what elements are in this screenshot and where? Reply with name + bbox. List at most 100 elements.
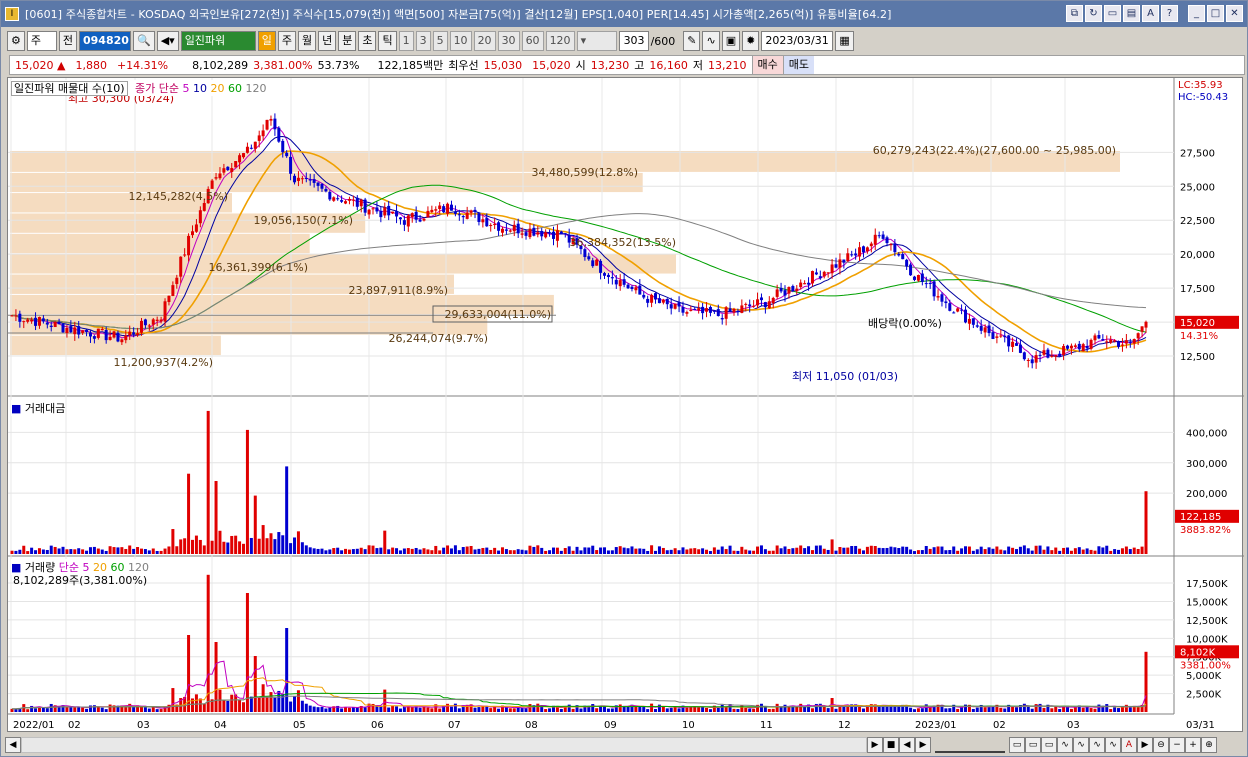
period-prefix-button[interactable]: 전 [58, 31, 77, 51]
period-tick[interactable]: 틱 [378, 31, 397, 51]
candle [410, 213, 414, 218]
candle [167, 295, 171, 303]
calendar-icon[interactable]: ▦ [835, 31, 854, 51]
layout-icon-2[interactable]: ▭ [1025, 737, 1041, 753]
volume-bar [661, 706, 665, 712]
interval-custom[interactable]: ▾ [576, 31, 617, 51]
amount-bar [1022, 545, 1026, 554]
interval-3[interactable]: 3 [415, 31, 431, 51]
amount-bar [128, 545, 132, 554]
prev-icon[interactable]: ◀ [899, 737, 915, 753]
amount-bar [814, 545, 818, 554]
volume-bar [1144, 651, 1148, 712]
layout-icon-1[interactable]: ▭ [1009, 737, 1025, 753]
pause-icon[interactable]: ■ [883, 737, 899, 753]
volume-bar [799, 703, 803, 712]
draw-icon-4[interactable]: ∿ [1105, 737, 1121, 753]
amount-bar [948, 550, 952, 554]
scroll-left-button[interactable]: ◀ [5, 737, 21, 753]
period-minute[interactable]: 분 [338, 31, 357, 51]
amount-bar [657, 546, 661, 554]
amount-bar [708, 551, 712, 554]
volume-bar [316, 707, 320, 712]
price-chart[interactable]: 60,279,243(22.4%)(27,600.00 ~ 25,985.00)… [8, 78, 1244, 733]
amount-bar [795, 547, 799, 554]
amount-bar [183, 538, 187, 554]
period-year[interactable]: 년 [318, 31, 337, 51]
stock-code-input[interactable]: 094820 [79, 31, 131, 51]
zoom-slider[interactable] [935, 737, 1005, 753]
period-month[interactable]: 월 [297, 31, 317, 51]
candle [693, 308, 697, 310]
amount-bar [253, 495, 257, 554]
draw-icon-2[interactable]: ∿ [1073, 737, 1089, 753]
minus-icon[interactable]: − [1169, 737, 1185, 753]
candle [1038, 354, 1042, 356]
minimize-button[interactable]: _ [1188, 5, 1205, 22]
amount-bar [665, 550, 669, 554]
interval-120[interactable]: 120 [545, 31, 575, 51]
volume-tick-label: 5,000K [1186, 671, 1222, 682]
font-icon[interactable]: A [1121, 737, 1137, 753]
period-day[interactable]: 일 [257, 31, 276, 51]
draw-icon-1[interactable]: ∿ [1057, 737, 1073, 753]
interval-60[interactable]: 60 [521, 31, 544, 51]
interval-20[interactable]: 20 [473, 31, 496, 51]
interval-1[interactable]: 1 [398, 31, 414, 51]
maximize-button[interactable]: □ [1207, 5, 1224, 22]
candle [414, 211, 418, 220]
play-icon[interactable]: ▶ [867, 737, 883, 753]
amount-bar [614, 547, 618, 554]
buy-button[interactable]: 매수 [751, 56, 783, 74]
indicator-icon[interactable]: ∿ [702, 31, 720, 51]
sound-icon[interactable]: ◀▾ [156, 31, 179, 51]
market-select[interactable]: 주 [26, 31, 57, 51]
refresh-icon[interactable]: ↻ [1085, 5, 1102, 22]
low-value: 13,210 [708, 58, 747, 72]
save-icon[interactable]: ▣ [721, 31, 741, 51]
close-button[interactable]: ✕ [1226, 5, 1243, 22]
candle [489, 225, 493, 227]
candle [155, 319, 159, 321]
window-icon[interactable]: ▭ [1104, 5, 1121, 22]
chart-type-icon[interactable]: ✎ [683, 31, 701, 51]
amount-current-label: 122,185 [1180, 512, 1221, 523]
amount-bar [1093, 550, 1097, 554]
candle [139, 320, 143, 333]
amount-bar [30, 547, 34, 554]
amount-bar [300, 542, 304, 554]
volume-bar [657, 704, 661, 712]
amount-bar [559, 550, 563, 554]
search-icon[interactable]: 🔍 [133, 31, 155, 51]
volume-bar [159, 709, 163, 712]
zoom-out-icon[interactable]: ⊖ [1153, 737, 1169, 753]
amount-bar [242, 543, 246, 554]
volume-bar [206, 574, 210, 712]
date-input[interactable]: 2023/03/31 [761, 31, 834, 51]
interval-10[interactable]: 10 [449, 31, 472, 51]
scrollbar-track[interactable] [21, 737, 867, 753]
next-icon[interactable]: ▶ [915, 737, 931, 753]
settings-icon[interactable]: ⚙ [7, 31, 25, 51]
interval-5[interactable]: 5 [432, 31, 448, 51]
amount-bar [265, 538, 269, 554]
interval-30[interactable]: 30 [497, 31, 520, 51]
period-second[interactable]: 초 [358, 31, 377, 51]
layout-icon-3[interactable]: ▭ [1041, 737, 1057, 753]
count-input[interactable]: 303 [618, 31, 649, 51]
plus-icon[interactable]: + [1185, 737, 1201, 753]
help-icon[interactable]: ? [1161, 5, 1178, 22]
scroll-right-button[interactable]: ▶ [1137, 737, 1153, 753]
volume-value: 8,102,289 [192, 58, 249, 72]
volume-bar [548, 708, 552, 712]
sell-button[interactable]: 매도 [782, 56, 814, 74]
legend-ma60: 60 [228, 82, 243, 95]
split-icon[interactable]: ▤ [1123, 5, 1140, 22]
gear-icon[interactable]: ✹ [742, 31, 760, 51]
chart-area[interactable]: 60,279,243(22.4%)(27,600.00 ~ 25,985.00)… [7, 77, 1244, 733]
draw-icon-3[interactable]: ∿ [1089, 737, 1105, 753]
zoom-in-icon[interactable]: ⊕ [1201, 737, 1217, 753]
font-icon[interactable]: A [1142, 5, 1159, 22]
period-week[interactable]: 주 [277, 31, 296, 51]
link-icon[interactable]: ⧉ [1066, 5, 1083, 22]
